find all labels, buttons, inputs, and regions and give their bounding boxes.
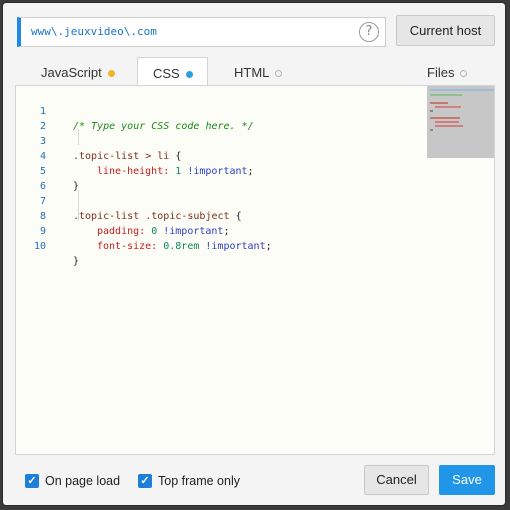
css-important: !important [199,241,266,252]
minimap-line [430,129,433,131]
checkbox-checked-icon[interactable]: ✓ [138,474,152,488]
code-semicolon: ; [265,241,272,252]
minimap-line [430,110,433,112]
tab-files[interactable]: Files [413,57,495,88]
cancel-button[interactable]: Cancel [364,465,429,495]
css-value: 0.8rem [157,241,200,252]
code-semicolon: ; [247,166,254,177]
code-line: 7 .topic-list .topic-subject { [16,179,242,222]
tab-css[interactable]: CSS [137,57,208,88]
minimap-line [430,94,462,96]
code-comment: /* Type your CSS code here. */ [73,121,254,132]
minimap-viewport [430,89,494,91]
userscript-editor-dialog: www\.jeuxvideo\.com ? Current host JavaS… [3,3,505,505]
minimap-line [435,125,463,127]
code-brace: { [169,151,182,162]
css-important: !important [181,166,248,177]
code-line: 10 } [16,224,79,267]
checkbox-checked-icon[interactable]: ✓ [25,474,39,488]
tab-javascript[interactable]: JavaScript [27,57,123,88]
css-important: !important [157,226,224,237]
host-pattern-value[interactable]: www\.jeuxvideo\.com [31,25,157,38]
current-host-button[interactable]: Current host [396,15,495,46]
host-pattern-input[interactable]: www\.jeuxvideo\.com ? [17,17,386,47]
question-circle-icon[interactable]: ? [359,22,379,42]
empty-dot-icon [460,70,468,78]
code-line: 1 /* Type your CSS code here. */ [16,89,254,132]
tab-html-label: HTML [234,65,270,80]
top-frame-only-label: Top frame only [158,474,240,488]
line-number: 10 [33,241,46,252]
css-property: line-height: [97,166,170,177]
css-value: 0 [145,226,158,237]
code-brace: } [73,256,80,267]
code-minimap[interactable] [427,86,494,158]
minimap-line [430,102,448,104]
on-page-load-label: On page load [45,474,121,488]
tab-css-label: CSS [153,66,180,81]
tab-html[interactable]: HTML [219,57,289,88]
code-line: 9 font-size: 0.8rem !important; [16,209,272,252]
code-line: 3 .topic-list > li { [16,119,181,162]
empty-dot-icon [275,70,283,78]
code-line: 8 padding: 0 !important; [16,194,230,237]
active-dot-icon [185,71,193,79]
code-brace: { [229,211,242,222]
css-code-editor[interactable]: 1 /* Type your CSS code here. */ 2 3 .to… [15,85,495,455]
css-selector: .topic-list .topic-subject [73,211,230,222]
minimap-line [435,106,461,108]
code-line: 5 } [16,149,79,192]
css-property: font-size: [97,241,158,252]
code-line: 4 line-height: 1 !important; [16,134,254,177]
save-button[interactable]: Save [439,465,495,495]
code-line: 2 [16,104,52,132]
minimap-line [435,121,459,123]
code-line: 6 [16,164,52,192]
css-selector: .topic-list > li [73,151,170,162]
css-property: padding: [97,226,146,237]
modified-dot-icon [107,70,115,78]
css-value: 1 [169,166,182,177]
tab-javascript-label: JavaScript [41,65,102,80]
code-semicolon: ; [223,226,230,237]
minimap-line [430,117,460,119]
tab-files-label: Files [427,65,455,80]
code-brace: } [73,181,80,192]
